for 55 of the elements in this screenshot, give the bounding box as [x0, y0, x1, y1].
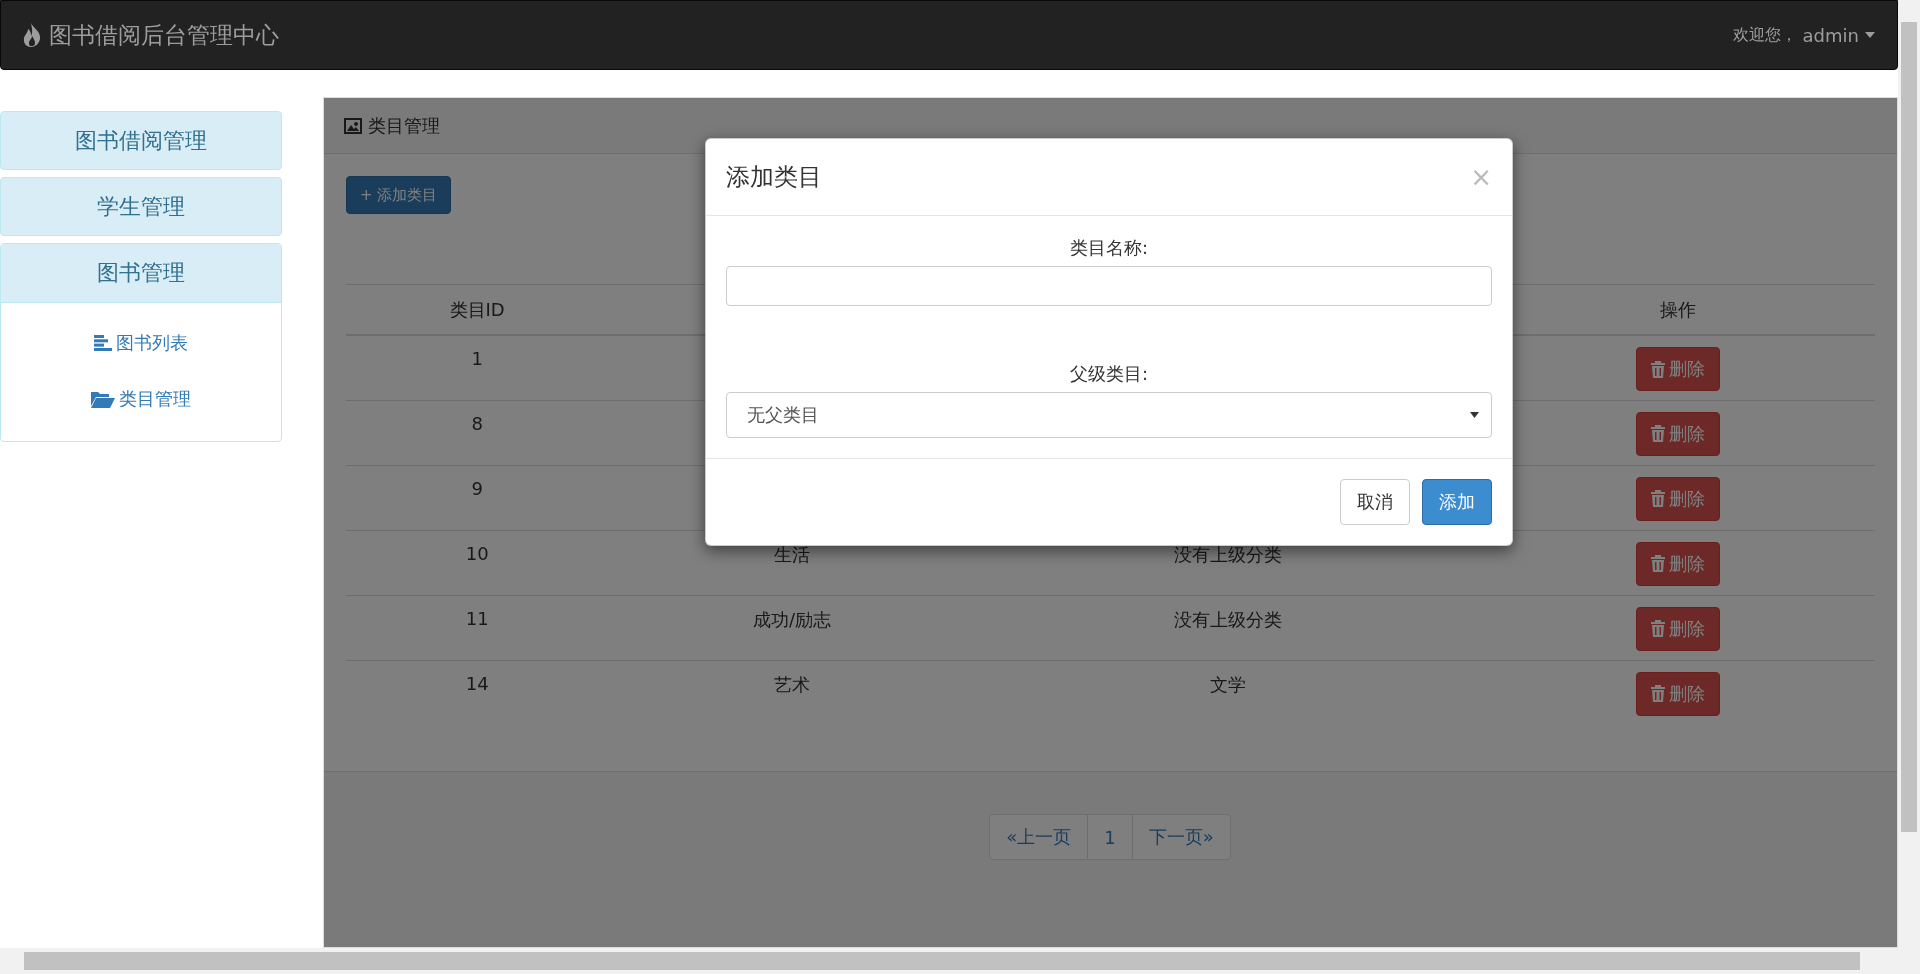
user-menu[interactable]: admin — [1802, 24, 1875, 46]
page-link[interactable]: 1 — [1087, 814, 1133, 860]
table-cell: 14 — [465, 672, 489, 694]
picture-icon — [344, 117, 362, 134]
table-cell: 11 — [465, 607, 489, 629]
trash-icon — [1650, 490, 1665, 507]
sidebar-link[interactable]: 图书列表 — [94, 331, 188, 355]
delete-button[interactable]: 删除 — [1635, 541, 1720, 586]
field-label: 父级类目: — [1069, 362, 1149, 386]
add-button[interactable]: 添加 — [1422, 479, 1492, 525]
list-icon — [94, 335, 112, 351]
scrollbar[interactable] — [1898, 0, 1920, 948]
delete-button[interactable]: 删除 — [1635, 606, 1720, 651]
dropdown-arrow-icon — [1470, 412, 1479, 418]
field-label: 类目名称: — [1069, 236, 1149, 260]
table-cell: 没有上级分类 — [1174, 543, 1283, 565]
delete-button[interactable]: 删除 — [1635, 476, 1720, 521]
caret-icon — [1865, 32, 1875, 38]
column-header: 操作 — [1659, 298, 1696, 320]
column-header: 类目ID — [449, 298, 505, 320]
flame-icon — [23, 23, 41, 47]
delete-button[interactable]: 删除 — [1635, 411, 1720, 456]
trash-icon — [1650, 555, 1665, 572]
input-field[interactable] — [726, 266, 1492, 306]
table-cell: 艺术 — [774, 673, 810, 695]
table-cell: 生活 — [774, 543, 810, 565]
add-category-button[interactable]: + 添加类目 — [346, 176, 452, 214]
parent-select[interactable]: 无父类目 — [726, 392, 1492, 438]
sidebar-item[interactable]: 图书管理 — [1, 244, 281, 303]
close-button[interactable]: × — [1470, 162, 1492, 192]
page-link[interactable]: 下一页» — [1131, 814, 1231, 860]
delete-button[interactable]: 删除 — [1635, 671, 1720, 716]
panel-title: 类目管理 — [368, 113, 440, 138]
trash-icon — [1650, 425, 1665, 442]
trash-icon — [1650, 685, 1665, 702]
table-cell: 1 — [471, 348, 483, 369]
welcome-text: 欢迎您， — [1732, 24, 1797, 46]
trash-icon — [1650, 360, 1665, 378]
trash-icon — [1650, 620, 1665, 637]
folder-icon — [91, 390, 115, 408]
scrollbar[interactable] — [0, 948, 1920, 974]
table-cell: 没有上级分类 — [1174, 608, 1283, 630]
delete-button[interactable]: 删除 — [1635, 347, 1720, 391]
sidebar-link[interactable]: 类目管理 — [91, 387, 191, 411]
brand-title[interactable]: 图书借阅后台管理中心 — [49, 19, 279, 51]
table-cell: 8 — [471, 412, 483, 434]
sidebar-item[interactable]: 图书借阅管理 — [0, 111, 282, 170]
table-cell: 文学 — [1210, 673, 1247, 695]
table-cell: 成功/励志 — [752, 608, 832, 630]
table-cell: 10 — [465, 542, 489, 564]
table-cell: 9 — [471, 477, 483, 499]
page-link[interactable]: «上一页 — [989, 814, 1089, 860]
modal-title: 添加类目 — [726, 162, 823, 193]
cancel-button[interactable]: 取消 — [1340, 479, 1410, 525]
sidebar-item[interactable]: 学生管理 — [0, 177, 282, 236]
